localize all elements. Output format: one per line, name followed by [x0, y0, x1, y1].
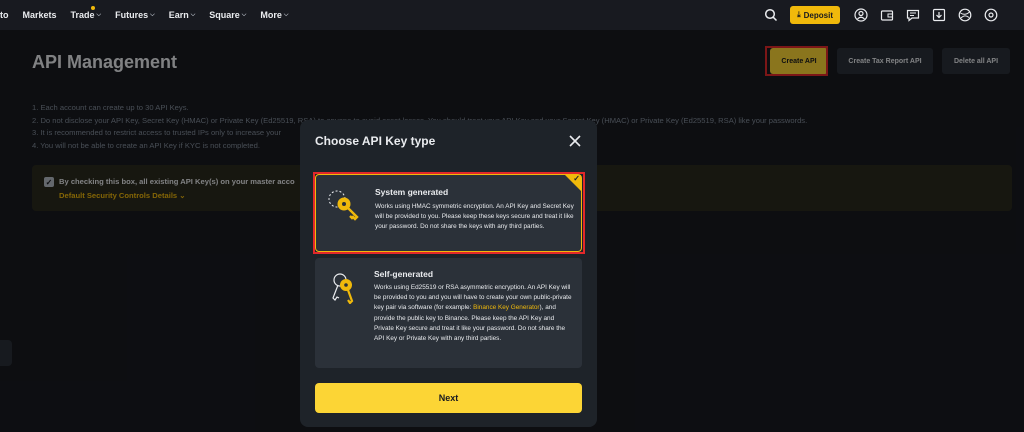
option-description: Works using Ed25519 or RSA asymmetric en…	[374, 284, 572, 343]
chevron-down-icon: ⌵	[150, 11, 155, 18]
nav-item-futures[interactable]: Futures ⌵	[115, 10, 155, 20]
system-generated-highlight	[313, 172, 585, 254]
nav-item-markets[interactable]: Markets	[23, 10, 57, 20]
nav-item-more[interactable]: More ⌵	[260, 10, 288, 20]
message-icon[interactable]	[906, 8, 920, 22]
dialog-title: Choose API Key type	[315, 134, 436, 148]
keys-icon	[327, 270, 359, 305]
binance-key-generator-link[interactable]: Binance Key Generator	[473, 304, 539, 311]
deposit-button[interactable]: ⤓ Deposit	[790, 6, 840, 24]
settings-icon[interactable]	[984, 8, 998, 22]
nav-item-earn[interactable]: Earn ⌵	[169, 10, 196, 20]
download-icon: ⤓	[797, 10, 801, 19]
option-title: Self-generated	[374, 269, 434, 279]
chevron-down-icon: ⌵	[241, 11, 247, 18]
chevron-down-icon: ⌵	[190, 11, 196, 18]
chevron-down-icon: ⌵	[283, 11, 289, 18]
user-icon[interactable]	[854, 8, 868, 22]
search-icon[interactable]	[764, 8, 778, 22]
nav-actions: ⤓ Deposit	[764, 0, 998, 30]
top-nav: to Markets Trade ⌵ Futures ⌵ Earn ⌵ Square ⌵…	[0, 0, 1024, 30]
download-icon[interactable]	[932, 8, 946, 22]
wallet-icon[interactable]	[880, 8, 894, 22]
next-button[interactable]: Next	[315, 383, 582, 413]
choose-api-key-type-dialog: Choose API Key type ✓ System generated W…	[300, 120, 597, 427]
option-self-generated[interactable]: Self-generated Works using Ed25519 or RS…	[315, 258, 582, 368]
close-icon[interactable]	[569, 134, 581, 147]
nav-item-partial[interactable]: to	[0, 10, 9, 20]
nav-item-square[interactable]: Square ⌵	[209, 10, 246, 20]
globe-icon[interactable]	[958, 8, 972, 22]
nav-item-trade[interactable]: Trade ⌵	[71, 6, 102, 20]
chevron-down-icon: ⌵	[96, 11, 102, 18]
